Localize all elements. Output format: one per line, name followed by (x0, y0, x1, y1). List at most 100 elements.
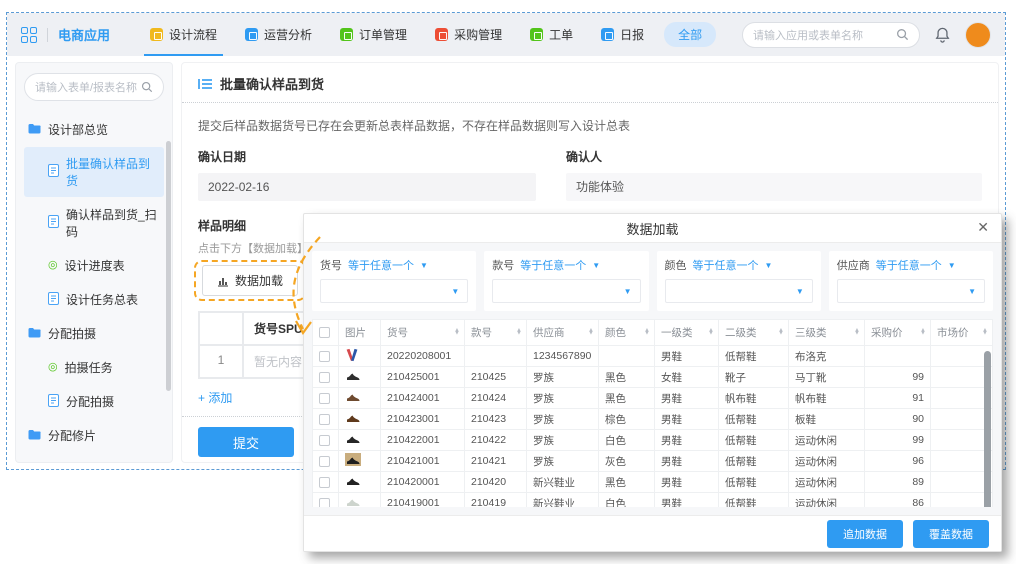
cell-采购价: 86 (865, 493, 931, 508)
form-note: 提交后样品数据货号已存在会更新总表样品数据，不存在样品数据则写入设计总表 (182, 103, 998, 138)
column-header-三级类[interactable]: 三级类▲▼ (789, 320, 865, 346)
sort-down-icon: ▼ (778, 333, 784, 336)
sort-icon[interactable]: ▲▼ (854, 329, 860, 336)
ticket-icon (530, 28, 543, 41)
filter-operator[interactable]: 等于任意一个 (348, 257, 414, 273)
sidebar-item-修片任务[interactable]: ◎修片任务 (24, 453, 164, 463)
sidebar-item-拍摄任务[interactable]: ◎拍摄任务 (24, 351, 164, 384)
cell-货号: 210421001 (381, 451, 465, 472)
sort-icon[interactable]: ▲▼ (588, 329, 594, 336)
column-header-一级类[interactable]: 一级类▲▼ (655, 320, 719, 346)
column-header-货号[interactable]: 货号▲▼ (381, 320, 465, 346)
confirm-date-input[interactable]: 2022-02-16 (198, 173, 536, 201)
column-header-颜色[interactable]: 颜色▲▼ (599, 320, 655, 346)
sidebar-item-批量确认样品到货[interactable]: 批量确认样品到货 (24, 147, 164, 197)
sidebar-item-设计进度表[interactable]: ◎设计进度表 (24, 249, 164, 282)
append-data-button[interactable]: 追加数据 (827, 520, 903, 548)
confirm-person-input[interactable]: 功能体验 (566, 173, 982, 201)
sidebar-item-确认样品到货_扫码[interactable]: 确认样品到货_扫码 (24, 198, 164, 248)
global-search-input[interactable]: 请输入应用或表单名称 (742, 22, 920, 48)
filter-value-select[interactable]: ▼ (837, 279, 985, 303)
sort-icon[interactable]: ▲▼ (982, 329, 988, 336)
nav-tab-订单管理[interactable]: 订单管理 (326, 13, 421, 56)
nav-tab-采购管理[interactable]: 采购管理 (421, 13, 516, 56)
filter-operator[interactable]: 等于任意一个 (876, 257, 942, 273)
document-icon (48, 394, 59, 410)
shoe-image-icon (345, 373, 361, 385)
data-load-button[interactable]: 数据加载 (202, 265, 298, 296)
column-header-市场价[interactable]: 市场价▲▼ (931, 320, 993, 346)
chevron-down-icon: ▼ (796, 287, 804, 296)
mini-table-index-header (199, 312, 243, 345)
cell-一级类: 男鞋 (655, 472, 719, 493)
sidebar-group-分配拍摄[interactable]: 分配拍摄 (24, 317, 164, 350)
sort-icon[interactable]: ▲▼ (516, 329, 522, 336)
cell-供应商: 新兴鞋业 (527, 472, 599, 493)
close-icon[interactable]: ✕ (977, 219, 989, 236)
row-checkbox[interactable] (319, 435, 330, 446)
cell-颜色 (599, 346, 655, 367)
row-checkbox[interactable] (319, 393, 330, 404)
apps-grid-icon[interactable] (21, 27, 37, 43)
cell-二级类: 低帮鞋 (719, 472, 789, 493)
all-apps-pill[interactable]: 全部 (664, 22, 716, 47)
cell-款号: 210421 (465, 451, 527, 472)
cell-二级类: 低帮鞋 (719, 430, 789, 451)
filter-value-select[interactable]: ▼ (492, 279, 640, 303)
sidebar-group-label: 分配修片 (48, 427, 96, 444)
sort-icon[interactable]: ▲▼ (708, 329, 714, 336)
current-app-name[interactable]: 电商应用 (58, 25, 110, 44)
sort-icon[interactable]: ▲▼ (920, 329, 926, 336)
filter-condition[interactable]: 货号等于任意一个▼ (320, 257, 468, 273)
row-checkbox[interactable] (319, 498, 330, 507)
cell-采购价 (865, 346, 931, 367)
sidebar-group-分配修片[interactable]: 分配修片 (24, 419, 164, 452)
nav-tab-设计流程[interactable]: 设计流程 (136, 13, 231, 56)
filter-value-select[interactable]: ▼ (320, 279, 468, 303)
select-all-checkbox[interactable] (319, 327, 330, 338)
filter-operator[interactable]: 等于任意一个 (520, 257, 586, 273)
table-scrollbar[interactable] (984, 351, 991, 507)
submit-button[interactable]: 提交 (198, 427, 294, 457)
shoe-image-icon (345, 478, 361, 490)
shoe-image-icon (345, 436, 361, 448)
purchase-icon (435, 28, 448, 41)
row-checkbox[interactable] (319, 372, 330, 383)
column-header-款号[interactable]: 款号▲▼ (465, 320, 527, 346)
sidebar-item-设计任务总表[interactable]: 设计任务总表 (24, 283, 164, 316)
row-checkbox-cell (313, 388, 339, 409)
filter-condition[interactable]: 颜色等于任意一个▼ (665, 257, 813, 273)
mini-table-column-label: 货号SPU (254, 322, 303, 336)
filter-condition[interactable]: 供应商等于任意一个▼ (837, 257, 985, 273)
sidebar-item-分配拍摄[interactable]: 分配拍摄 (24, 385, 164, 418)
filter-value-select[interactable]: ▼ (665, 279, 813, 303)
cell-款号: 210425 (465, 367, 527, 388)
filter-condition[interactable]: 款号等于任意一个▼ (492, 257, 640, 273)
report-icon (601, 28, 614, 41)
column-header-供应商[interactable]: 供应商▲▼ (527, 320, 599, 346)
nav-tab-运营分析[interactable]: 运营分析 (231, 13, 326, 56)
user-avatar[interactable] (965, 22, 991, 48)
nav-tab-工单[interactable]: 工单 (516, 13, 587, 56)
sidebar-group-设计部总览[interactable]: 设计部总览 (24, 113, 164, 146)
notification-bell-icon[interactable] (934, 26, 951, 44)
row-checkbox[interactable] (319, 351, 330, 362)
sort-icon[interactable]: ▲▼ (454, 329, 460, 336)
cell-供应商: 1234567890 (527, 346, 599, 367)
sort-icon[interactable]: ▲▼ (644, 329, 650, 336)
filter-operator[interactable]: 等于任意一个 (693, 257, 759, 273)
sidebar-scrollbar[interactable] (166, 141, 171, 391)
row-checkbox[interactable] (319, 456, 330, 467)
cell-二级类: 低帮鞋 (719, 346, 789, 367)
row-checkbox[interactable] (319, 414, 330, 425)
cell-二级类: 帆布鞋 (719, 388, 789, 409)
sort-down-icon: ▼ (982, 333, 988, 336)
row-checkbox[interactable] (319, 477, 330, 488)
overwrite-data-button[interactable]: 覆盖数据 (913, 520, 989, 548)
column-header-采购价[interactable]: 采购价▲▼ (865, 320, 931, 346)
nav-tab-日报[interactable]: 日报 (587, 13, 658, 56)
sort-icon[interactable]: ▲▼ (778, 329, 784, 336)
column-header-二级类[interactable]: 二级类▲▼ (719, 320, 789, 346)
sidebar-group-label: 分配拍摄 (48, 325, 96, 342)
sidebar-search-input[interactable]: 请输入表单/报表名称 (24, 73, 164, 101)
